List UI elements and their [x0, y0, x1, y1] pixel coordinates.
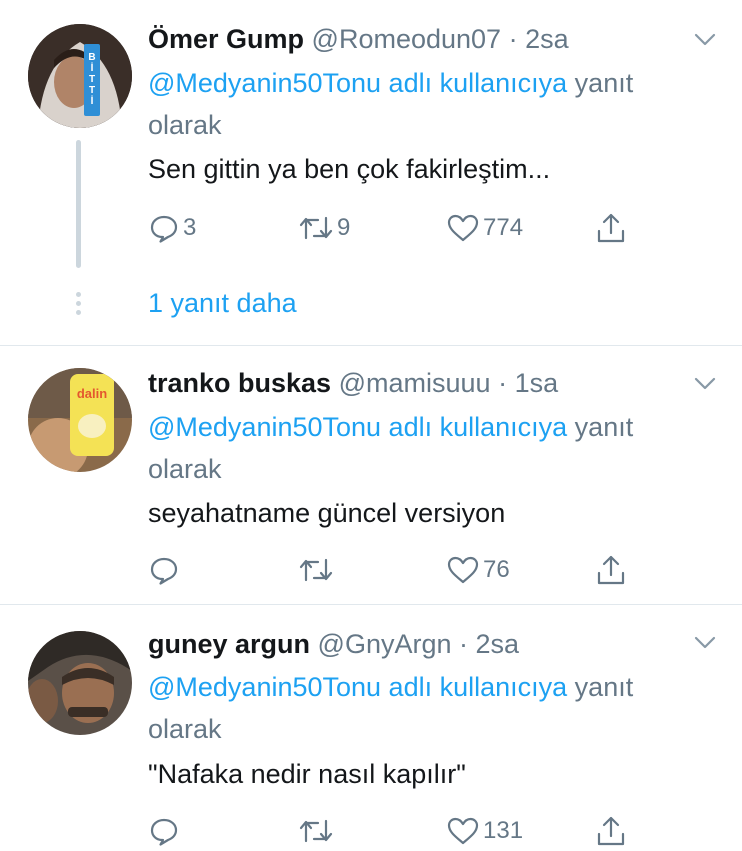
reply-button[interactable]: [148, 811, 183, 851]
tweet-actions: 131: [148, 811, 648, 851]
timestamp[interactable]: 2sa: [525, 24, 569, 54]
tweet-text: Sen gittin ya ben çok fakirleştim...: [148, 154, 551, 184]
handle[interactable]: @mamisuuu: [339, 368, 491, 398]
tweet-text: "Nafaka nedir nasıl kapılır": [148, 759, 466, 789]
chevron-down-icon[interactable]: [690, 368, 720, 398]
tweet[interactable]: B İ T T İ Ömer Gump @Romeodun07 · 2sa @M…: [0, 0, 742, 345]
avatar-badge-letter: İ: [90, 63, 94, 74]
retweet-button[interactable]: [298, 811, 337, 851]
retweet-button[interactable]: [298, 550, 337, 590]
handle[interactable]: @Romeodun07: [312, 24, 502, 54]
avatar-badge-letter: B: [88, 52, 96, 63]
like-icon: [446, 815, 480, 847]
tweet[interactable]: dalin tranko buskas @mamisuuu · 1sa @Med…: [0, 346, 742, 604]
reply-count: 3: [183, 214, 197, 241]
avatar-badge-letter: T: [88, 74, 96, 85]
separator: ·: [498, 368, 508, 398]
like-count: 774: [483, 214, 524, 241]
tweet-text: seyahatname güncel versiyon: [148, 498, 506, 528]
more-replies-link[interactable]: 1 yanıt daha: [148, 288, 297, 319]
tweet-header: guney argun @GnyArgn · 2sa: [148, 627, 519, 661]
like-count: 131: [483, 817, 524, 844]
avatar-badge-letter: T: [88, 85, 96, 96]
tweet-header: tranko buskas @mamisuuu · 1sa: [148, 366, 558, 400]
tweet-header: Ömer Gump @Romeodun07 · 2sa: [148, 22, 569, 56]
timestamp[interactable]: 2sa: [476, 629, 520, 659]
handle[interactable]: @GnyArgn: [318, 629, 452, 659]
reply-icon: [148, 554, 180, 586]
reply-mention-link[interactable]: @Medyanin50Tonu adlı kullanıcıya: [148, 672, 567, 702]
thread-dots-icon: [75, 292, 82, 319]
reply-context: @Medyanin50Tonu adlı kullanıcıya yanıt o…: [148, 666, 708, 750]
tweet[interactable]: guney argun @GnyArgn · 2sa @Medyanin50To…: [0, 605, 742, 850]
separator: ·: [508, 24, 518, 54]
share-icon: [594, 814, 628, 848]
retweet-icon: [298, 815, 334, 847]
display-name[interactable]: tranko buskas: [148, 368, 331, 398]
share-button[interactable]: [594, 550, 628, 590]
avatar-badge-letter: İ: [90, 96, 94, 107]
avatar[interactable]: dalin: [28, 368, 132, 472]
reply-context: @Medyanin50Tonu adlı kullanıcıya yanıt o…: [148, 62, 708, 146]
reply-icon: [148, 815, 180, 847]
like-button[interactable]: 774: [446, 208, 523, 248]
avatar[interactable]: B İ T T İ: [28, 24, 132, 128]
reply-mention-link[interactable]: @Medyanin50Tonu adlı kullanıcıya: [148, 68, 567, 98]
share-button[interactable]: [594, 208, 628, 248]
tweet-actions: 76: [148, 550, 648, 590]
like-icon: [446, 212, 480, 244]
chevron-down-icon[interactable]: [690, 24, 720, 54]
retweet-count: 9: [337, 214, 351, 241]
chevron-down-icon[interactable]: [690, 627, 720, 657]
like-button[interactable]: 131: [446, 811, 523, 851]
display-name[interactable]: guney argun: [148, 629, 310, 659]
avatar[interactable]: [28, 631, 132, 735]
share-button[interactable]: [594, 811, 628, 851]
like-count: 76: [483, 556, 510, 583]
retweet-icon: [298, 554, 334, 586]
thread-line: [76, 140, 81, 268]
share-icon: [594, 211, 628, 245]
avatar-label: dalin: [76, 386, 108, 401]
retweet-icon: [298, 212, 334, 244]
display-name[interactable]: Ömer Gump: [148, 24, 304, 54]
timestamp[interactable]: 1sa: [515, 368, 559, 398]
avatar-badge: B İ T T İ: [84, 52, 100, 107]
reply-button[interactable]: 3: [148, 208, 196, 248]
reply-context: @Medyanin50Tonu adlı kullanıcıya yanıt o…: [148, 406, 708, 490]
like-icon: [446, 554, 480, 586]
tweet-actions: 3 9 774: [148, 208, 648, 248]
share-icon: [594, 553, 628, 587]
like-button[interactable]: 76: [446, 550, 510, 590]
reply-icon: [148, 212, 180, 244]
reply-button[interactable]: [148, 550, 183, 590]
retweet-button[interactable]: 9: [298, 208, 350, 248]
reply-mention-link[interactable]: @Medyanin50Tonu adlı kullanıcıya: [148, 412, 567, 442]
separator: ·: [459, 629, 469, 659]
